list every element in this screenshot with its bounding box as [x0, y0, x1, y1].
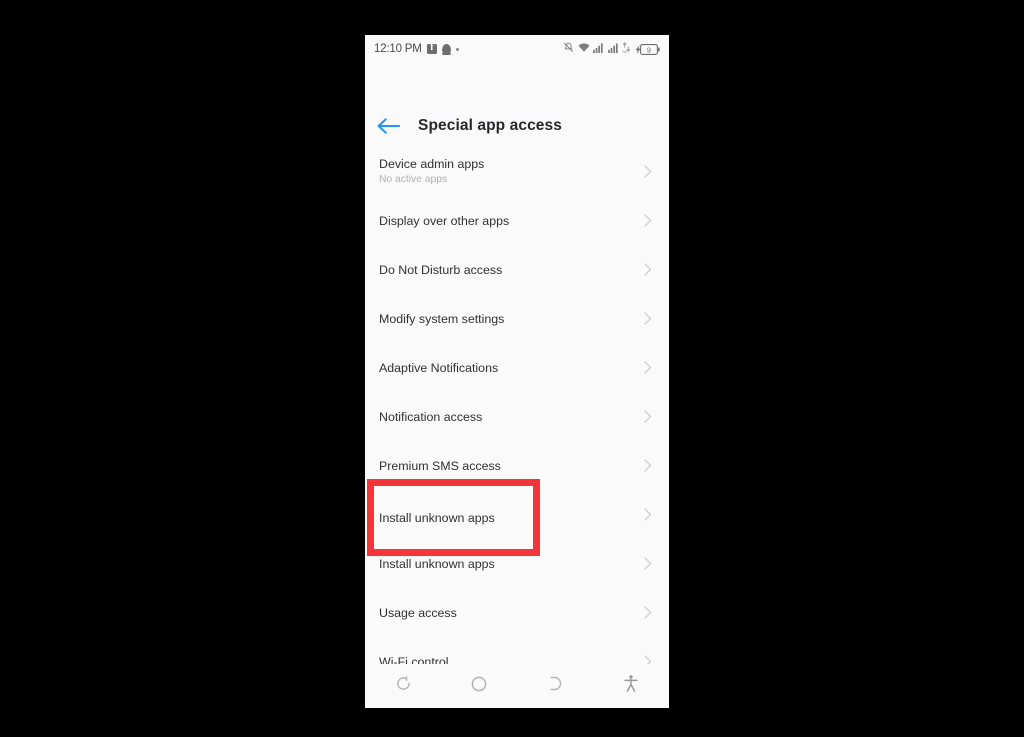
- list-item-do-not-disturb-access[interactable]: Do Not Disturb access: [365, 245, 669, 294]
- list-item-label: Modify system settings: [379, 311, 505, 326]
- list-item-label: Display over other apps: [379, 213, 510, 228]
- status-bar-right: B/s 9: [563, 40, 660, 58]
- list-item-adaptive-notifications[interactable]: Adaptive Notifications: [365, 343, 669, 392]
- chevron-right-icon: [644, 557, 652, 570]
- status-bar: 12:10 PM f B/s 9: [365, 35, 669, 63]
- phone-screen: 12:10 PM f B/s 9 Special app access Devi…: [365, 35, 669, 708]
- list-item-notification-access[interactable]: Notification access: [365, 392, 669, 441]
- back-button[interactable]: [517, 676, 593, 696]
- list-item-modify-system-settings[interactable]: Modify system settings: [365, 294, 669, 343]
- facebook-icon: [426, 42, 437, 54]
- back-d-icon: [548, 676, 562, 696]
- list-item-label: Do Not Disturb access: [379, 262, 503, 277]
- chevron-right-icon: [644, 263, 652, 276]
- chevron-right-icon: [644, 165, 652, 178]
- list-item-label: Premium SMS access: [379, 458, 501, 473]
- list-item-usage-access[interactable]: Usage access: [365, 588, 669, 637]
- battery-charging-icon: 9: [635, 43, 661, 55]
- wifi-icon: [578, 40, 590, 58]
- chevron-right-icon: [644, 606, 652, 619]
- page-title: Special app access: [418, 117, 562, 134]
- recents-button[interactable]: [365, 676, 441, 696]
- list-item-label: Adaptive Notifications: [379, 360, 499, 375]
- signal-sim2-icon: [607, 40, 619, 58]
- signal-sim1-icon: [593, 40, 604, 58]
- chevron-right-icon: [644, 459, 652, 472]
- highlighted-item-label: Install unknown apps: [379, 510, 495, 525]
- accessibility-button[interactable]: [593, 675, 669, 697]
- app-bar: Special app access: [365, 105, 669, 147]
- back-arrow-icon[interactable]: [377, 117, 400, 135]
- svg-text:9: 9: [647, 45, 651, 54]
- chevron-right-icon: [644, 508, 652, 521]
- data-transfer-icon: B/s: [622, 40, 631, 58]
- accessibility-icon: [624, 675, 638, 697]
- chevron-right-icon: [644, 410, 652, 423]
- status-bar-clock: 12:10 PM: [374, 43, 422, 55]
- home-button[interactable]: [441, 676, 517, 697]
- list-item-label: Usage access: [379, 605, 457, 620]
- chevron-right-icon: [644, 312, 652, 325]
- status-bar-left: 12:10 PM: [374, 42, 459, 55]
- list-item-sublabel: No active apps: [379, 173, 448, 185]
- special-app-access-list: Device admin apps No active apps Display…: [365, 147, 669, 686]
- svg-text:B/s: B/s: [622, 50, 627, 53]
- highlight-box-label-layer: Install unknown apps: [374, 486, 533, 549]
- list-item-display-over-other-apps[interactable]: Display over other apps: [365, 196, 669, 245]
- chevron-right-icon: [644, 361, 652, 374]
- dot-icon: [455, 47, 459, 51]
- snapchat-ghost-icon: [441, 44, 451, 55]
- notifications-muted-icon: [563, 40, 574, 58]
- list-item-label: Notification access: [379, 409, 483, 424]
- list-item-label: Install unknown apps: [379, 556, 495, 571]
- list-item-device-admin-apps[interactable]: Device admin apps No active apps: [365, 147, 669, 196]
- list-item-label: Device admin apps: [379, 156, 485, 171]
- recents-icon: [396, 676, 411, 696]
- navigation-bar: [365, 664, 669, 708]
- home-circle-icon: [471, 676, 487, 697]
- chevron-right-icon: [644, 214, 652, 227]
